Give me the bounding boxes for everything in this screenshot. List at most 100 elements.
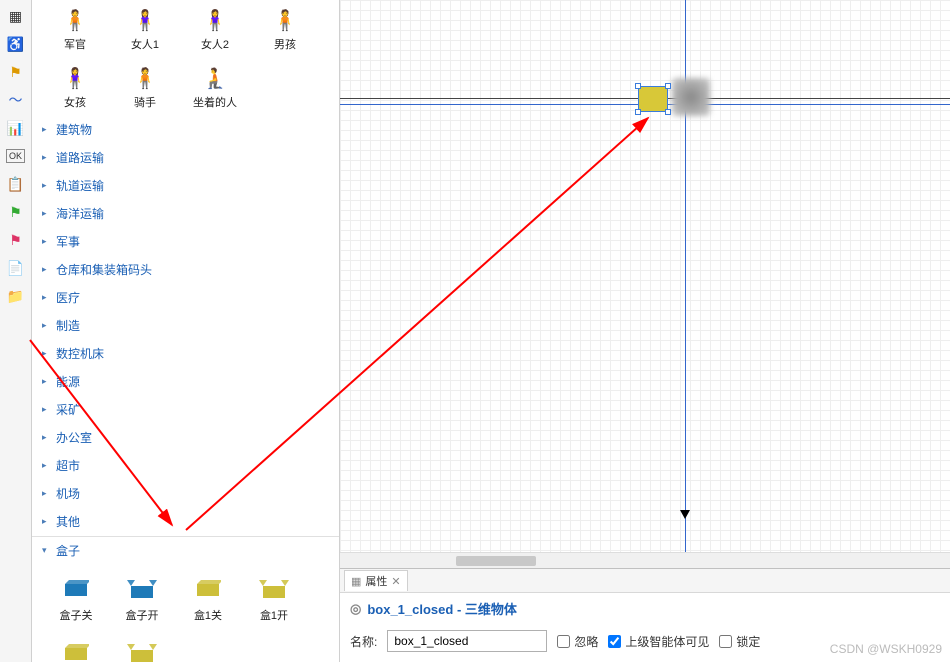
canvas[interactable] (340, 0, 950, 552)
category-item[interactable]: ▸能源 (32, 368, 339, 396)
lock-checkbox[interactable]: 锁定 (719, 633, 760, 650)
layout-icon: ▦ (9, 8, 22, 25)
palette-box-item[interactable]: 盒1开 (244, 573, 304, 625)
tool-chart[interactable]: 📊 (2, 115, 30, 141)
properties-panel: ▦ 属性 ✕ ◎ box_1_closed - 三维物体 名称: 忽略 上级智能… (340, 568, 950, 662)
pinkflag-icon: ⚑ (9, 232, 22, 249)
palette-person-item[interactable]: 🧎坐着的人 (184, 62, 246, 112)
editor-area: ▦ 属性 ✕ ◎ box_1_closed - 三维物体 名称: 忽略 上级智能… (340, 0, 950, 662)
lock-input[interactable] (719, 635, 732, 648)
chevron-right-icon: ▸ (42, 348, 52, 359)
people-row-1: 🧍军官🧍‍♀️女人1🧍‍♀️女人2🧍男孩 (32, 0, 339, 58)
category-label: 数控机床 (56, 345, 104, 362)
resize-handle[interactable] (635, 109, 641, 115)
palette-item-label: 盒子开 (126, 607, 159, 623)
palette-item-label: 男孩 (274, 36, 296, 52)
person-icon: 🧍‍♀️ (131, 6, 159, 34)
tool-greenflag[interactable]: ⚑ (2, 199, 30, 225)
palette-person-item[interactable]: 🧍‍♀️ 女人2 (184, 4, 246, 54)
flag-icon: ⚑ (9, 64, 22, 81)
palette-box-item[interactable]: 盒子关 (46, 573, 106, 625)
name-label: 名称: (350, 633, 377, 650)
visible-checkbox[interactable]: 上级智能体可见 (608, 633, 709, 650)
category-label: 海洋运输 (56, 205, 104, 222)
blurred-object (672, 78, 710, 116)
tool-curve[interactable]: 〜 (2, 87, 30, 113)
category-item[interactable]: ▸ 机场 (32, 480, 339, 508)
chevron-right-icon: ▸ (42, 404, 52, 415)
category-label: 医疗 (56, 289, 80, 306)
person-icon: 🧍‍♀️ (201, 6, 229, 34)
category-label: 道路运输 (56, 149, 104, 166)
horizontal-scrollbar[interactable] (340, 552, 950, 568)
scrollbar-thumb[interactable] (456, 556, 536, 566)
category-item[interactable]: ▸ 数控机床 (32, 340, 339, 368)
palette-person-item[interactable]: 🧍‍♀️女人1 (114, 4, 176, 54)
resize-handle[interactable] (635, 83, 641, 89)
visible-input[interactable] (608, 635, 621, 648)
category-item[interactable]: ▸其他 (32, 508, 339, 536)
category-boxes[interactable]: ▾ 盒子 (32, 537, 339, 565)
category-item[interactable]: ▸ 轨道运输 (32, 172, 339, 200)
chevron-right-icon: ▸ (42, 180, 52, 191)
palette-box-item[interactable]: 盒子开 (112, 573, 172, 625)
chevron-right-icon: ▸ (42, 320, 52, 331)
palette-person-item[interactable]: 🧍‍♀️女孩 (44, 62, 106, 112)
palette-box-item[interactable]: 盒2开 (112, 637, 172, 662)
box-icon (193, 575, 223, 601)
boxes-section: ▾ 盒子 盒子关盒子开盒1关盒1开 盒2关盒2开 ▸ 瓶子 (32, 536, 339, 662)
chevron-right-icon: ▸ (42, 488, 52, 499)
box-icon (127, 639, 157, 662)
category-label: 其他 (56, 513, 80, 530)
resize-handle[interactable] (665, 109, 671, 115)
box-icon (127, 575, 157, 601)
chevron-right-icon: ▸ (42, 264, 52, 275)
tool-pinkflag[interactable]: ⚑ (2, 227, 30, 253)
folder-icon: 📁 (7, 288, 24, 305)
category-item[interactable]: ▸道路运输 (32, 144, 339, 172)
chevron-right-icon: ▸ (42, 292, 52, 303)
palette-item-label: 女人2 (201, 36, 229, 52)
palette-box-item[interactable]: 盒2关 (46, 637, 106, 662)
ignore-input[interactable] (557, 635, 570, 648)
tool-ok[interactable]: OK (2, 143, 30, 169)
category-item[interactable]: ▸采矿 (32, 396, 339, 424)
chevron-right-icon: ▸ (42, 460, 52, 471)
properties-title: box_1_closed - 三维物体 (367, 599, 517, 618)
palette-person-item[interactable]: 🧍男孩 (254, 4, 316, 54)
tool-flag[interactable]: ⚑ (2, 59, 30, 85)
tool-doc[interactable]: 📄 (2, 255, 30, 281)
grid-icon: ▦ (351, 575, 361, 588)
ignore-checkbox[interactable]: 忽略 (557, 633, 598, 650)
accessibility-icon: ♿ (7, 36, 24, 53)
tool-layout[interactable]: ▦ (2, 3, 30, 29)
tab-properties[interactable]: ▦ 属性 ✕ (344, 570, 408, 591)
category-item[interactable]: ▸军事 (32, 228, 339, 256)
axis-arrow-icon (680, 510, 690, 519)
close-icon[interactable]: ✕ (391, 575, 400, 588)
category-label: 超市 (56, 457, 80, 474)
tool-folder[interactable]: 📁 (2, 283, 30, 309)
palette-box-item[interactable]: 盒1关 (178, 573, 238, 625)
category-item[interactable]: ▸ 医疗 (32, 284, 339, 312)
name-input[interactable] (387, 630, 547, 652)
category-item[interactable]: ▸制造 (32, 312, 339, 340)
category-item[interactable]: ▸仓库和集装箱码头 (32, 256, 339, 284)
palette-person-item[interactable]: 🧍骑手 (114, 62, 176, 112)
greenflag-icon: ⚑ (9, 204, 22, 221)
box-icon (61, 575, 91, 601)
category-item[interactable]: ▸海洋运输 (32, 200, 339, 228)
category-label: 能源 (56, 373, 80, 390)
tool-accessibility[interactable]: ♿ (2, 31, 30, 57)
category-label: 机场 (56, 485, 80, 502)
palette-person-item[interactable]: 🧍军官 (44, 4, 106, 54)
tool-copy[interactable]: 📋 (2, 171, 30, 197)
category-item[interactable]: ▸ 超市 (32, 452, 339, 480)
placed-box-object[interactable] (638, 86, 668, 112)
resize-handle[interactable] (665, 83, 671, 89)
category-label: 轨道运输 (56, 177, 104, 194)
ok-icon: OK (6, 149, 25, 163)
category-item[interactable]: ▸办公室 (32, 424, 339, 452)
category-item[interactable]: ▸建筑物 (32, 116, 339, 144)
chevron-right-icon: ▸ (42, 236, 52, 247)
